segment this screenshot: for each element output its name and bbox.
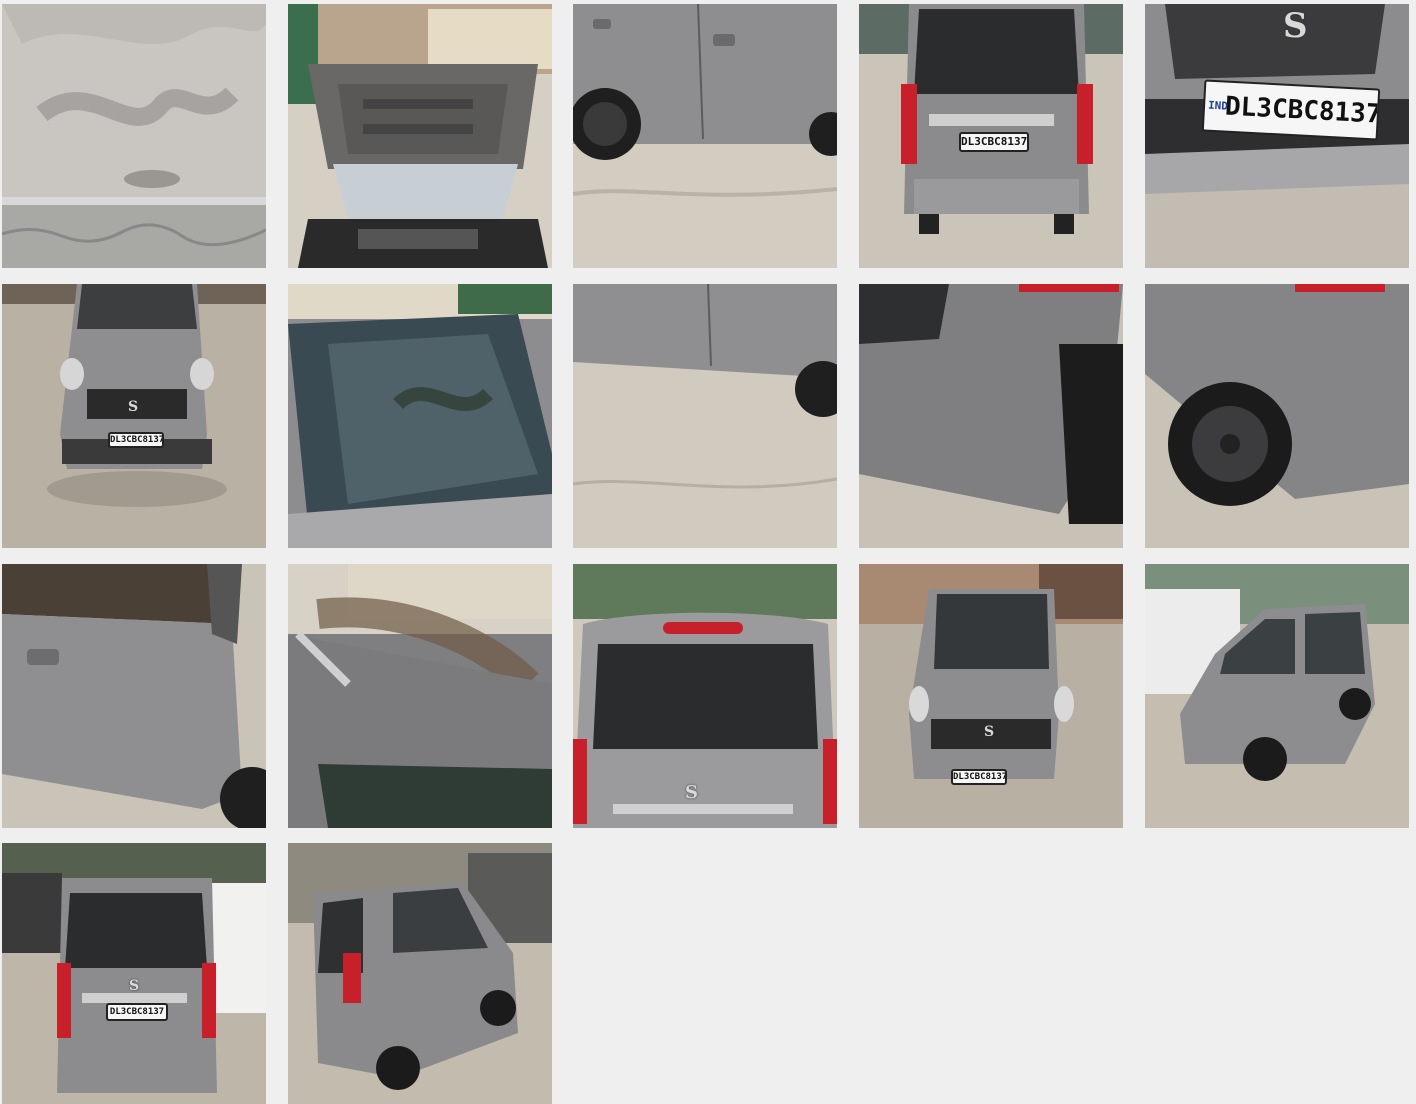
photo-side-doors-lower[interactable] bbox=[573, 284, 837, 548]
photo-gallery: DL3CBC8137 S INDDL3CBC8137 S DL3CBC8137 bbox=[0, 0, 1416, 1104]
photo-open-hood-engine[interactable] bbox=[288, 4, 552, 268]
brand-logo: S bbox=[129, 978, 140, 994]
brand-logo: S bbox=[984, 724, 995, 740]
photo-front-view-street[interactable]: S DL3CBC8137 bbox=[859, 564, 1123, 828]
wheel-arch-image bbox=[1145, 284, 1409, 548]
brand-logo: S bbox=[685, 782, 698, 803]
license-plate-closeup: IND DL3CBC8137 bbox=[1201, 79, 1381, 141]
photo-rear-wheel-arch[interactable] bbox=[1145, 284, 1409, 548]
front-door-image bbox=[2, 564, 266, 828]
photo-rear-three-quarter[interactable] bbox=[288, 843, 552, 1104]
photo-right-doors-side[interactable] bbox=[573, 4, 837, 268]
open-hood-image bbox=[288, 4, 552, 268]
photo-door-dent-closeup[interactable] bbox=[2, 4, 266, 268]
front-three-quarter-image bbox=[1145, 564, 1409, 828]
brand-logo: S bbox=[128, 399, 139, 415]
rear-hatch-image bbox=[573, 564, 837, 828]
rear-three-quarter-image bbox=[288, 843, 552, 1104]
windshield-image bbox=[288, 284, 552, 548]
photo-front-door-interior[interactable] bbox=[2, 564, 266, 828]
photo-rear-hatch-closeup[interactable]: S bbox=[573, 564, 837, 828]
photo-rear-view[interactable]: DL3CBC8137 bbox=[859, 4, 1123, 268]
license-plate: DL3CBC8137 bbox=[108, 432, 164, 448]
photo-windshield-roof[interactable] bbox=[288, 284, 552, 548]
photo-rear-bumper-corner[interactable] bbox=[859, 284, 1123, 548]
photo-rear-view-van[interactable]: S DL3CBC8137 bbox=[2, 843, 266, 1104]
roof-rails-image bbox=[288, 564, 552, 828]
side-doors-lower-image bbox=[573, 284, 837, 548]
dent-closeup-image bbox=[2, 4, 266, 268]
license-plate: DL3CBC8137 bbox=[959, 132, 1029, 152]
brand-logo: S bbox=[1283, 6, 1308, 46]
license-plate: DL3CBC8137 bbox=[106, 1003, 168, 1021]
front-view-image bbox=[2, 284, 266, 548]
photo-front-three-quarter[interactable] bbox=[1145, 564, 1409, 828]
rear-bumper-image bbox=[859, 284, 1123, 548]
rear-view-van-image bbox=[2, 843, 266, 1104]
license-plate: DL3CBC8137 bbox=[951, 769, 1007, 785]
photo-front-view[interactable]: S DL3CBC8137 bbox=[2, 284, 266, 548]
side-doors-image bbox=[573, 4, 837, 268]
photo-front-bumper-plate-closeup[interactable]: S IND DL3CBC8137 bbox=[1145, 4, 1409, 268]
front-street-image bbox=[859, 564, 1123, 828]
photo-roof-rails[interactable] bbox=[288, 564, 552, 828]
